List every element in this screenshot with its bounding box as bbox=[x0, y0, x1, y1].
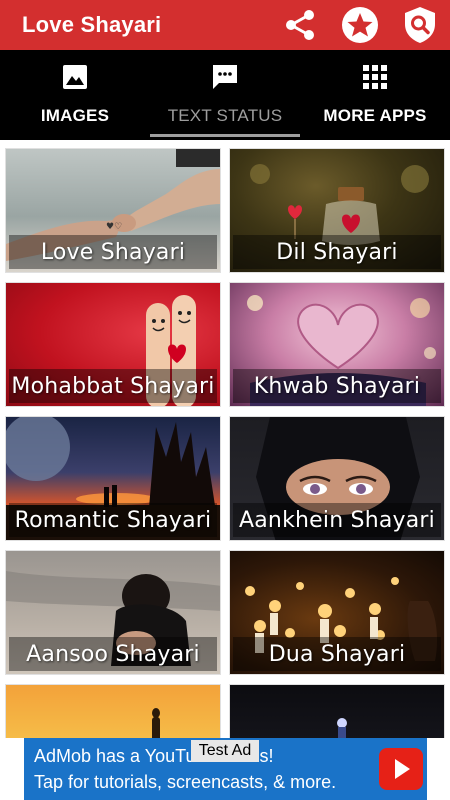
tab-text-status-label: TEXT STATUS bbox=[167, 106, 283, 125]
category-label: Love Shayari bbox=[40, 239, 186, 265]
test-ad-badge: Test Ad bbox=[191, 740, 259, 762]
category-card-partial-left[interactable] bbox=[5, 684, 221, 738]
tab-images[interactable]: IMAGES bbox=[0, 50, 150, 140]
shield-search-icon bbox=[405, 7, 435, 43]
app-bar-actions bbox=[270, 0, 450, 50]
share-icon bbox=[286, 10, 314, 40]
category-card-mohabbat-shayari[interactable]: Mohabbat Shayari bbox=[5, 282, 221, 407]
tab-more-apps[interactable]: MORE APPS bbox=[300, 50, 450, 140]
category-grid: ♥♡ Love Shayari Dil Shayari Mohabbat Sha… bbox=[0, 140, 450, 738]
ad-subtext: Tap for tutorials, screencasts, & more. bbox=[34, 772, 337, 792]
category-label: Dua Shayari bbox=[268, 641, 406, 667]
category-label: Romantic Shayari bbox=[14, 507, 212, 533]
app-bar: Love Shayari bbox=[0, 0, 450, 50]
message-icon bbox=[213, 65, 237, 89]
youtube-play-icon bbox=[379, 748, 423, 790]
share-button[interactable] bbox=[270, 0, 330, 50]
category-label: Mohabbat Shayari bbox=[11, 373, 215, 399]
rate-button[interactable] bbox=[330, 0, 390, 50]
category-label: Dil Shayari bbox=[276, 239, 398, 265]
tab-bar: IMAGES TEXT STATUS MORE APPS bbox=[0, 50, 450, 140]
svg-text:♥♡: ♥♡ bbox=[106, 222, 122, 232]
category-card-partial-right[interactable] bbox=[229, 684, 445, 738]
image-icon bbox=[63, 65, 87, 89]
privacy-button[interactable] bbox=[390, 0, 450, 50]
category-card-dil-shayari[interactable]: Dil Shayari bbox=[229, 148, 445, 273]
category-card-romantic-shayari[interactable]: Romantic Shayari bbox=[5, 416, 221, 541]
apps-grid-icon bbox=[363, 65, 387, 89]
category-label: Khwab Shayari bbox=[253, 373, 421, 399]
category-card-khwab-shayari[interactable]: Khwab Shayari bbox=[229, 282, 445, 407]
night-image bbox=[337, 718, 347, 738]
star-icon bbox=[342, 7, 378, 43]
tab-indicator bbox=[150, 134, 300, 137]
tab-more-apps-label: MORE APPS bbox=[323, 106, 427, 125]
category-card-aankhein-shayari[interactable]: Aankhein Shayari bbox=[229, 416, 445, 541]
tab-images-label: IMAGES bbox=[40, 106, 110, 125]
app-title: Love Shayari bbox=[22, 12, 162, 37]
category-label: Aankhein Shayari bbox=[239, 507, 435, 533]
category-card-dua-shayari[interactable]: Dua Shayari bbox=[229, 550, 445, 675]
category-label: Aansoo Shayari bbox=[26, 641, 200, 667]
silhouette-image bbox=[152, 708, 160, 738]
category-card-aansoo-shayari[interactable]: Aansoo Shayari bbox=[5, 550, 221, 675]
category-card-love-shayari[interactable]: ♥♡ Love Shayari bbox=[5, 148, 221, 273]
tab-text-status[interactable]: TEXT STATUS bbox=[150, 50, 300, 140]
